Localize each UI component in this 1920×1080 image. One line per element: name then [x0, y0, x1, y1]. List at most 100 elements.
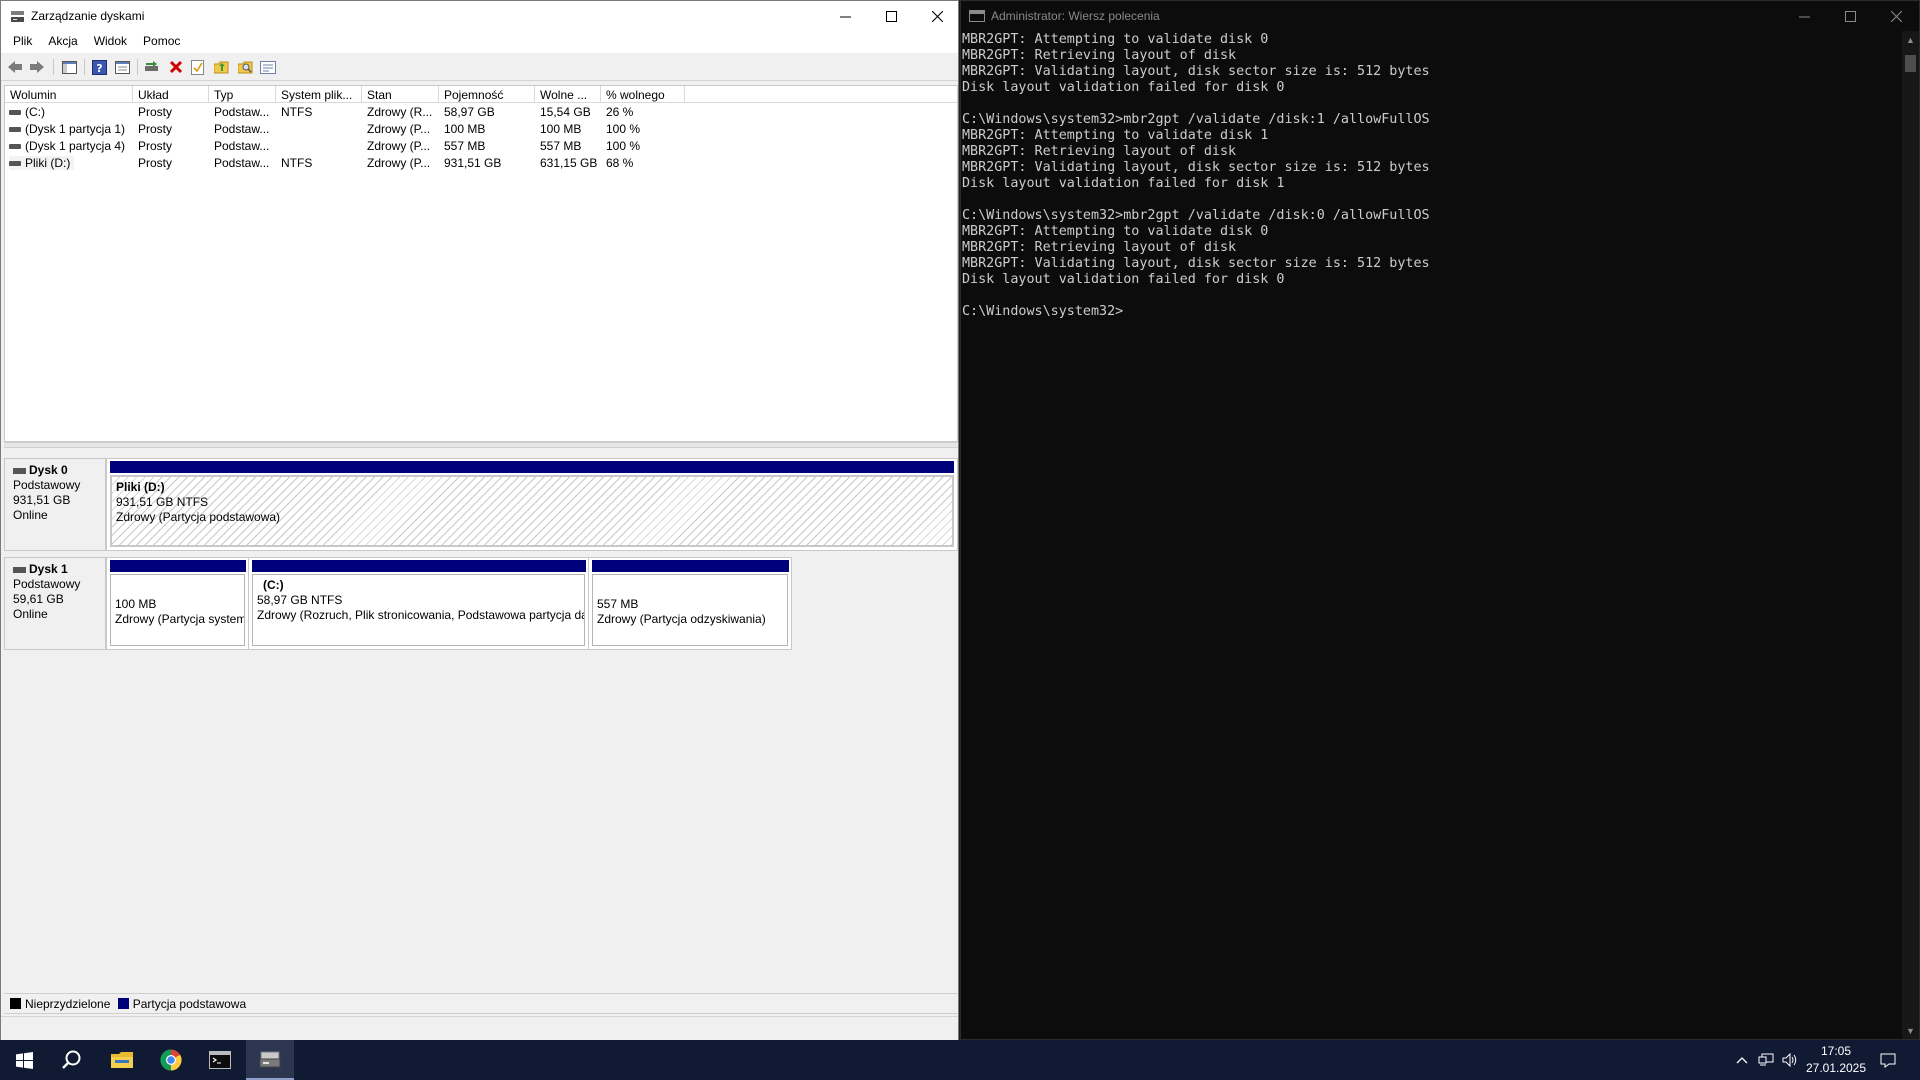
new-folder-button[interactable] — [212, 58, 230, 76]
console-line: MBR2GPT: Validating layout, disk sector … — [962, 64, 1430, 79]
maximize-icon — [1844, 10, 1856, 22]
start-button[interactable] — [0, 1040, 48, 1080]
tray-overflow-button[interactable] — [1730, 1040, 1754, 1080]
volume-status: Zdrowy (R... — [367, 105, 433, 119]
cmd-minimize-button[interactable] — [1781, 1, 1827, 31]
cmd-scrollbar[interactable]: ▲ ▼ — [1902, 31, 1919, 1039]
search-folder-button[interactable] — [236, 58, 254, 76]
partition-status: Zdrowy (Partycja podstawowa) — [116, 510, 281, 524]
console-output[interactable]: MBR2GPT: Attempting to validate disk 0 MB… — [961, 31, 1899, 1039]
forward-button[interactable] — [28, 58, 46, 76]
menu-pomoc[interactable]: Pomoc — [135, 31, 188, 53]
chrome-icon — [160, 1049, 182, 1071]
volume-percent-free: 68 % — [606, 156, 634, 170]
disk-0-label[interactable]: Dysk 0 Podstawowy 931,51 GB Online — [4, 458, 106, 551]
delete-button[interactable] — [167, 58, 185, 76]
console-line: MBR2GPT: Retrieving layout of disk — [962, 144, 1237, 159]
cmd-maximize-button[interactable] — [1827, 1, 1873, 31]
cmd-close-button[interactable] — [1873, 1, 1919, 31]
taskbar-command-prompt[interactable] — [196, 1040, 244, 1080]
svg-text:?: ? — [96, 62, 102, 75]
scroll-down-icon[interactable]: ▼ — [1902, 1022, 1919, 1039]
column-header-volume[interactable]: Wolumin — [5, 86, 133, 103]
column-header-capacity[interactable]: Pojemność — [439, 86, 535, 103]
disk-1-label[interactable]: Dysk 1 Podstawowy 59,61 GB Online — [4, 557, 106, 650]
close-button[interactable] — [914, 1, 960, 31]
taskbar-chrome[interactable] — [147, 1040, 195, 1080]
column-header-filesystem[interactable]: System plik... — [276, 86, 362, 103]
column-header-percent-free[interactable]: % wolnego — [601, 86, 685, 103]
volume-free: 15,54 GB — [540, 105, 591, 119]
command-prompt-window: Administrator: Wiersz polecenia MBR2GPT:… — [960, 0, 1920, 1040]
legend-unallocated: Nieprzydzielone — [25, 997, 111, 1011]
volume-row[interactable]: (Dysk 1 partycja 4) Prosty Podstaw... Zd… — [5, 138, 957, 155]
menu-widok[interactable]: Widok — [86, 31, 135, 53]
drive-connect-icon — [145, 61, 158, 71]
network-button[interactable] — [1754, 1040, 1778, 1080]
column-header-type[interactable]: Typ — [209, 86, 276, 103]
properties-button[interactable] — [113, 58, 131, 76]
check-button[interactable] — [189, 58, 207, 76]
console-tree-button[interactable] — [60, 58, 78, 76]
taskbar-disk-management[interactable] — [246, 1040, 294, 1080]
disk-size: 931,51 GB — [13, 493, 71, 507]
partition-efi[interactable]: 100 MB Zdrowy (Partycja systemowa EFI) — [107, 558, 249, 649]
volume-row[interactable]: (C:) Prosty Podstaw... NTFS Zdrowy (R...… — [5, 104, 957, 121]
volume-row[interactable]: Pliki (D:) Prosty Podstaw... NTFS Zdrowy… — [5, 155, 957, 172]
volume-percent-free: 26 % — [606, 105, 634, 119]
volume-free: 557 MB — [540, 139, 582, 153]
connect-drive-button[interactable] — [143, 58, 161, 76]
back-button[interactable] — [6, 58, 24, 76]
pane-splitter[interactable] — [4, 442, 958, 448]
console-line: Disk layout validation failed for disk 0 — [962, 80, 1285, 95]
maximize-button[interactable] — [868, 1, 914, 31]
partition-size: 557 MB — [597, 597, 639, 611]
menu-bar: Plik Akcja Widok Pomoc — [1, 31, 958, 53]
volume-name: Pliki (D:) — [25, 156, 71, 170]
clock[interactable]: 17:05 27.01.2025 — [1796, 1043, 1876, 1077]
console-tree-icon — [61, 60, 77, 74]
column-header-layout[interactable]: Układ — [133, 86, 209, 103]
partition-c[interactable]: (C:) 58,97 GB NTFS Zdrowy (Rozruch, Plik… — [249, 558, 589, 649]
volume-list: Wolumin Układ Typ System plik... Stan Po… — [4, 85, 958, 442]
volume-free: 631,15 GB — [540, 156, 598, 170]
partition-status: Zdrowy (Partycja odzyskiwania) — [597, 612, 766, 626]
disk-management-icon — [259, 1051, 281, 1068]
help-button[interactable]: ? — [90, 58, 108, 76]
action-center-button[interactable] — [1870, 1040, 1906, 1080]
volume-capacity: 58,97 GB — [444, 105, 495, 119]
search-button[interactable] — [48, 1040, 96, 1080]
console-line: MBR2GPT: Attempting to validate disk 0 — [962, 224, 1269, 239]
column-header-free[interactable]: Wolne ... — [535, 86, 601, 103]
volume-layout: Prosty — [138, 122, 173, 136]
volume-layout: Prosty — [138, 156, 173, 170]
console-line: MBR2GPT: Attempting to validate disk 1 — [962, 128, 1269, 143]
network-icon — [1758, 1053, 1774, 1066]
menu-plik[interactable]: Plik — [5, 31, 40, 53]
menu-akcja[interactable]: Akcja — [40, 31, 85, 53]
taskbar-file-explorer[interactable] — [98, 1040, 146, 1080]
volume-percent-free: 100 % — [606, 139, 641, 153]
close-icon — [931, 10, 943, 22]
volume-row[interactable]: (Dysk 1 partycja 1) Prosty Podstaw... Zd… — [5, 121, 957, 138]
volume-icon — [9, 144, 21, 150]
partition-title: Pliki (D:) — [116, 480, 165, 494]
disk-kind: Podstawowy — [13, 577, 81, 591]
partition-d[interactable]: Pliki (D:) 931,51 GB NTFS Zdrowy (Partyc… — [107, 459, 957, 550]
cmd-window-title: Administrator: Wiersz polecenia — [991, 9, 1160, 23]
minimize-button[interactable] — [822, 1, 868, 31]
volume-capacity: 100 MB — [444, 122, 486, 136]
scroll-up-icon[interactable]: ▲ — [1902, 31, 1919, 48]
volume-percent-free: 100 % — [606, 122, 641, 136]
volume-name: (Dysk 1 partycja 1) — [25, 122, 126, 136]
disk-state: Online — [13, 508, 48, 522]
view-button[interactable] — [259, 58, 277, 76]
scroll-thumb[interactable] — [1905, 55, 1916, 72]
column-header-status[interactable]: Stan — [362, 86, 439, 103]
clock-time: 17:05 — [1820, 1044, 1852, 1058]
volume-filesystem: NTFS — [281, 156, 313, 170]
disk-name: Dysk 0 — [29, 463, 68, 477]
partition-recovery[interactable]: 557 MB Zdrowy (Partycja odzyskiwania) — [589, 558, 791, 649]
